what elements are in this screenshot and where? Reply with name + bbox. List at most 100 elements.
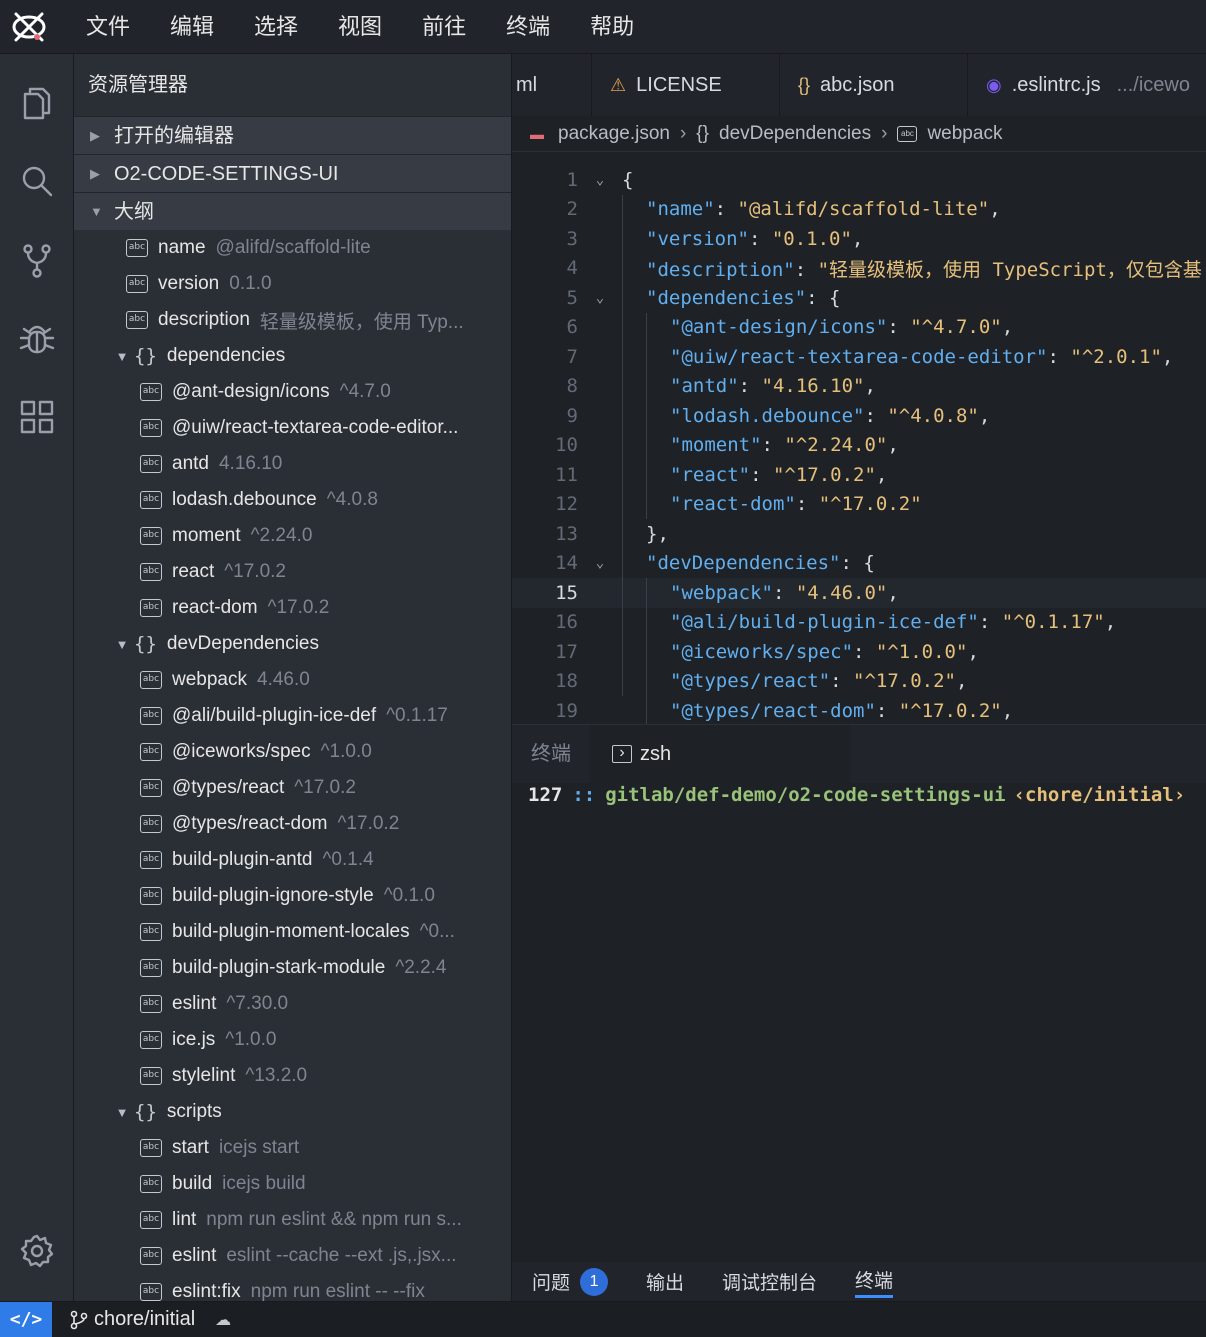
editor-tab[interactable]: ◉ .eslintrc.js .../icewo xyxy=(968,54,1206,116)
panel-tab[interactable]: 输出 xyxy=(646,1268,684,1295)
panel-tab[interactable]: 问题 1 xyxy=(532,1267,609,1296)
editor-tab[interactable]: ml xyxy=(512,54,592,116)
menu-item[interactable]: 前往 xyxy=(402,0,486,54)
code-line[interactable]: 5 ⌄ "dependencies": { xyxy=(512,283,1206,313)
outline-item[interactable]: abc eslint:fix npm run eslint -- --fix xyxy=(74,1274,511,1301)
status-badge: 1 xyxy=(580,1267,609,1296)
code-editor[interactable]: 1 ⌄{2 "name": "@alifd/scaffold-lite", 3 "ver… xyxy=(512,152,1206,724)
outline-item[interactable]: abc version 0.1.0 xyxy=(74,266,511,302)
code-line[interactable]: 8 "antd": "4.16.10", xyxy=(512,372,1206,402)
outline-item[interactable]: abc build icejs build xyxy=(74,1166,511,1202)
outline-item[interactable]: abc @types/react ^17.0.2 xyxy=(74,770,511,806)
remote-button[interactable]: </> xyxy=(0,1301,52,1337)
outline-item[interactable]: abc eslint ^7.30.0 xyxy=(74,986,511,1022)
code-line[interactable]: 9 "lodash.debounce": "^4.0.8", xyxy=(512,401,1206,431)
outline-item[interactable]: abc @types/react-dom ^17.0.2 xyxy=(74,806,511,842)
outline-item[interactable]: abc eslint eslint --cache --ext .js,.jsx..… xyxy=(74,1238,511,1274)
chevron-down-icon[interactable]: ▼ xyxy=(110,349,134,364)
code-text: "description": "轻量级模板，使用 TypeScript，仅包含基 xyxy=(622,255,1202,282)
git-branch[interactable]: chore/initial xyxy=(70,1308,195,1331)
outline-item[interactable]: abc lint npm run eslint && npm run s... xyxy=(74,1202,511,1238)
section-project[interactable]: ▶ O2-CODE-SETTINGS-UI xyxy=(74,154,511,192)
code-line[interactable]: 13}, xyxy=(512,519,1206,549)
code-line[interactable]: 17 "@iceworks/spec": "^1.0.0", xyxy=(512,637,1206,667)
terminal-tab-label[interactable]: 终端 xyxy=(512,725,590,783)
fold-chevron-icon[interactable]: ⌄ xyxy=(578,172,622,188)
search-icon[interactable] xyxy=(14,158,60,204)
code-line[interactable]: 16 "@ali/build-plugin-ice-def": "^0.1.17"… xyxy=(512,608,1206,638)
outline-item[interactable]: abc name @alifd/scaffold-lite xyxy=(74,230,511,266)
panel-tab[interactable]: 调试控制台 xyxy=(722,1268,817,1295)
breadcrumb-file[interactable]: package.json xyxy=(558,123,670,145)
debug-icon[interactable] xyxy=(14,316,60,362)
outline-item[interactable]: abc start icejs start xyxy=(74,1130,511,1166)
json-punct: : xyxy=(875,699,899,722)
code-line[interactable]: 14 ⌄ "devDependencies": { xyxy=(512,549,1206,579)
outline-item-value: npm run eslint -- --fix xyxy=(250,1281,425,1301)
json-punct: , xyxy=(1104,611,1117,634)
source-control-icon[interactable] xyxy=(14,238,60,284)
code-line[interactable]: 11 "react": "^17.0.2", xyxy=(512,460,1206,490)
outline-item[interactable]: abc @iceworks/spec ^1.0.0 xyxy=(74,734,511,770)
files-icon[interactable] xyxy=(14,80,60,126)
outline-item[interactable]: abc ice.js ^1.0.0 xyxy=(74,1022,511,1058)
outline-item[interactable]: ▼{} scripts xyxy=(74,1094,511,1130)
section-outline[interactable]: ▼ 大纲 xyxy=(74,192,511,230)
outline-item[interactable]: abc webpack 4.46.0 xyxy=(74,662,511,698)
code-line[interactable]: 18 "@types/react": "^17.0.2", xyxy=(512,667,1206,697)
editor-tab[interactable]: ⚠ LICENSE xyxy=(592,54,780,116)
code-line[interactable]: 3 "version": "0.1.0", xyxy=(512,224,1206,254)
section-open-editors[interactable]: ▶ 打开的编辑器 xyxy=(74,116,511,154)
outline-item[interactable]: abc @ali/build-plugin-ice-def ^0.1.17 xyxy=(74,698,511,734)
terminal-tab-zsh[interactable]: › zsh xyxy=(590,725,850,783)
outline-item-key: build-plugin-ignore-style xyxy=(172,885,374,906)
menu-item[interactable]: 帮助 xyxy=(570,0,654,54)
menu-item[interactable]: 终端 xyxy=(486,0,570,54)
menu-item[interactable]: 选择 xyxy=(234,0,318,54)
outline-item[interactable]: ▼{} devDependencies xyxy=(74,626,511,662)
outline-item[interactable]: abc build-plugin-stark-module ^2.2.4 xyxy=(74,950,511,986)
outline-item[interactable]: abc moment ^2.24.0 xyxy=(74,518,511,554)
line-number: 4 xyxy=(566,257,578,280)
line-number: 7 xyxy=(566,345,578,368)
menu-item[interactable]: 编辑 xyxy=(150,0,234,54)
terminal-prompt[interactable]: 127:: gitlab/def-demo/o2-code-settings-ui… xyxy=(512,783,1206,807)
outline-item[interactable]: abc @uiw/react-textarea-code-editor... xyxy=(74,410,511,446)
editor-tab[interactable]: {} abc.json xyxy=(780,54,968,116)
outline-item[interactable]: abc @ant-design/icons ^4.7.0 xyxy=(74,374,511,410)
code-line[interactable]: 15 "webpack": "4.46.0", xyxy=(512,578,1206,608)
fold-chevron-icon[interactable]: ⌄ xyxy=(578,290,622,306)
json-key: "react-dom" xyxy=(670,493,796,516)
outline-item[interactable]: abc build-plugin-ignore-style ^0.1.0 xyxy=(74,878,511,914)
outline-item[interactable]: abc lodash.debounce ^4.0.8 xyxy=(74,482,511,518)
outline-item[interactable]: abc react-dom ^17.0.2 xyxy=(74,590,511,626)
code-line[interactable]: 1 ⌄{ xyxy=(512,165,1206,195)
outline-item[interactable]: abc stylelint ^13.2.0 xyxy=(74,1058,511,1094)
breadcrumb-leaf[interactable]: webpack xyxy=(927,123,1002,145)
fold-chevron-icon[interactable]: ⌄ xyxy=(578,555,622,571)
code-line[interactable]: 12 "react-dom": "^17.0.2" xyxy=(512,490,1206,520)
outline-item[interactable]: abc build-plugin-moment-locales ^0... xyxy=(74,914,511,950)
code-line[interactable]: 6 "@ant-design/icons": "^4.7.0", xyxy=(512,313,1206,343)
code-text: "dependencies": { xyxy=(622,287,840,309)
menu-item[interactable]: 视图 xyxy=(318,0,402,54)
code-line[interactable]: 10 "moment": "^2.24.0", xyxy=(512,431,1206,461)
code-line[interactable]: 19 "@types/react-dom": "^17.0.2", xyxy=(512,696,1206,724)
outline-item[interactable]: abc description 轻量级模板，使用 Typ... xyxy=(74,302,511,338)
code-line[interactable]: 2 "name": "@alifd/scaffold-lite", xyxy=(512,195,1206,225)
outline-item[interactable]: abc react ^17.0.2 xyxy=(74,554,511,590)
code-line[interactable]: 4 "description": "轻量级模板，使用 TypeScript，仅包含… xyxy=(512,254,1206,284)
sync-cloud-icon[interactable]: ☁ xyxy=(215,1310,231,1330)
extensions-icon[interactable] xyxy=(14,394,60,440)
code-text: "version": "0.1.0", xyxy=(622,228,863,250)
panel-tab[interactable]: 终端 xyxy=(855,1266,894,1298)
outline-item[interactable]: abc antd 4.16.10 xyxy=(74,446,511,482)
chevron-down-icon[interactable]: ▼ xyxy=(110,637,134,652)
outline-item[interactable]: abc build-plugin-antd ^0.1.4 xyxy=(74,842,511,878)
outline-item[interactable]: ▼{} dependencies xyxy=(74,338,511,374)
settings-icon[interactable] xyxy=(14,1228,60,1274)
menu-item[interactable]: 文件 xyxy=(66,0,150,54)
chevron-down-icon[interactable]: ▼ xyxy=(110,1105,134,1120)
breadcrumb-object[interactable]: devDependencies xyxy=(719,123,871,145)
code-line[interactable]: 7 "@uiw/react-textarea-code-editor": "^2.… xyxy=(512,342,1206,372)
